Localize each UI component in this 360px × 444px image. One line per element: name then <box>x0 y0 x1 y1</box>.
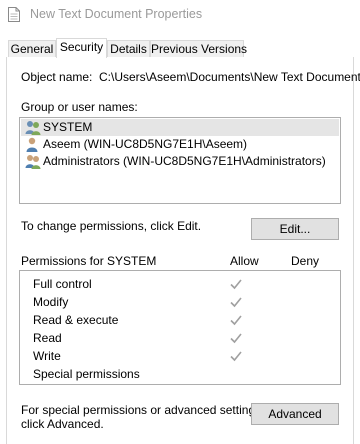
tab-general[interactable]: General <box>8 40 56 57</box>
permission-name: Read & execute <box>33 313 119 327</box>
advanced-text-line2: click Advanced. <box>21 417 104 431</box>
permissions-list: Full control Modify Read & execute Read … <box>19 270 341 385</box>
checkmark-icon <box>230 297 242 308</box>
edit-button[interactable]: Edit... <box>251 218 339 240</box>
checkmark-icon <box>230 279 242 290</box>
allow-column-label: Allow <box>230 254 259 268</box>
user-name: Aseem (WIN-UC8D5NG7E1H\Aseem) <box>43 137 248 151</box>
permission-name: Read <box>33 331 62 345</box>
tab-strip: General Security Details Previous Versio… <box>0 32 360 58</box>
permission-row-special: Special permissions <box>20 366 340 384</box>
permission-name: Write <box>33 349 61 363</box>
list-item-administrators[interactable]: Administrators (WIN-UC8D5NG7E1H\Administ… <box>21 153 339 170</box>
change-permissions-text: To change permissions, click Edit. <box>21 219 202 233</box>
permission-row-full-control: Full control <box>20 276 340 294</box>
group-icon <box>25 155 41 169</box>
advanced-button[interactable]: Advanced <box>251 403 339 425</box>
document-icon <box>8 7 20 22</box>
tab-security[interactable]: Security <box>56 38 107 58</box>
object-name-label: Object name: <box>21 70 93 84</box>
user-name: Administrators (WIN-UC8D5NG7E1H\Administ… <box>43 154 326 168</box>
permission-name: Full control <box>33 277 92 291</box>
checkmark-icon <box>230 333 242 344</box>
permission-row-read-execute: Read & execute <box>20 312 340 330</box>
advanced-text-line1: For special permissions or advanced sett… <box>21 403 265 417</box>
title-bar: New Text Document Properties <box>0 0 360 32</box>
object-name-value: C:\Users\Aseem\Documents\New Text Docume… <box>99 70 360 84</box>
permission-row-modify: Modify <box>20 294 340 312</box>
list-item-aseem[interactable]: Aseem (WIN-UC8D5NG7E1H\Aseem) <box>21 136 339 153</box>
permission-name: Modify <box>33 295 69 309</box>
checkmark-icon <box>230 351 242 362</box>
system-users-icon <box>25 121 41 135</box>
permission-name: Special permissions <box>33 367 140 381</box>
group-users-label: Group or user names: <box>21 100 138 114</box>
tab-details[interactable]: Details <box>107 40 150 57</box>
permission-row-read: Read <box>20 330 340 348</box>
security-panel <box>6 57 354 444</box>
checkmark-icon <box>230 315 242 326</box>
permissions-header: Permissions for SYSTEM <box>21 254 157 268</box>
deny-column-label: Deny <box>291 254 320 268</box>
users-listbox[interactable]: SYSTEM Aseem (WIN-UC8D5NG7E1H\Aseem) Adm… <box>19 117 341 204</box>
permission-row-write: Write <box>20 348 340 366</box>
user-icon <box>26 137 38 152</box>
user-name: SYSTEM <box>43 120 93 134</box>
window-title: New Text Document Properties <box>30 7 203 21</box>
tab-previous-versions[interactable]: Previous Versions <box>150 40 247 57</box>
list-item-system[interactable]: SYSTEM <box>21 119 339 136</box>
